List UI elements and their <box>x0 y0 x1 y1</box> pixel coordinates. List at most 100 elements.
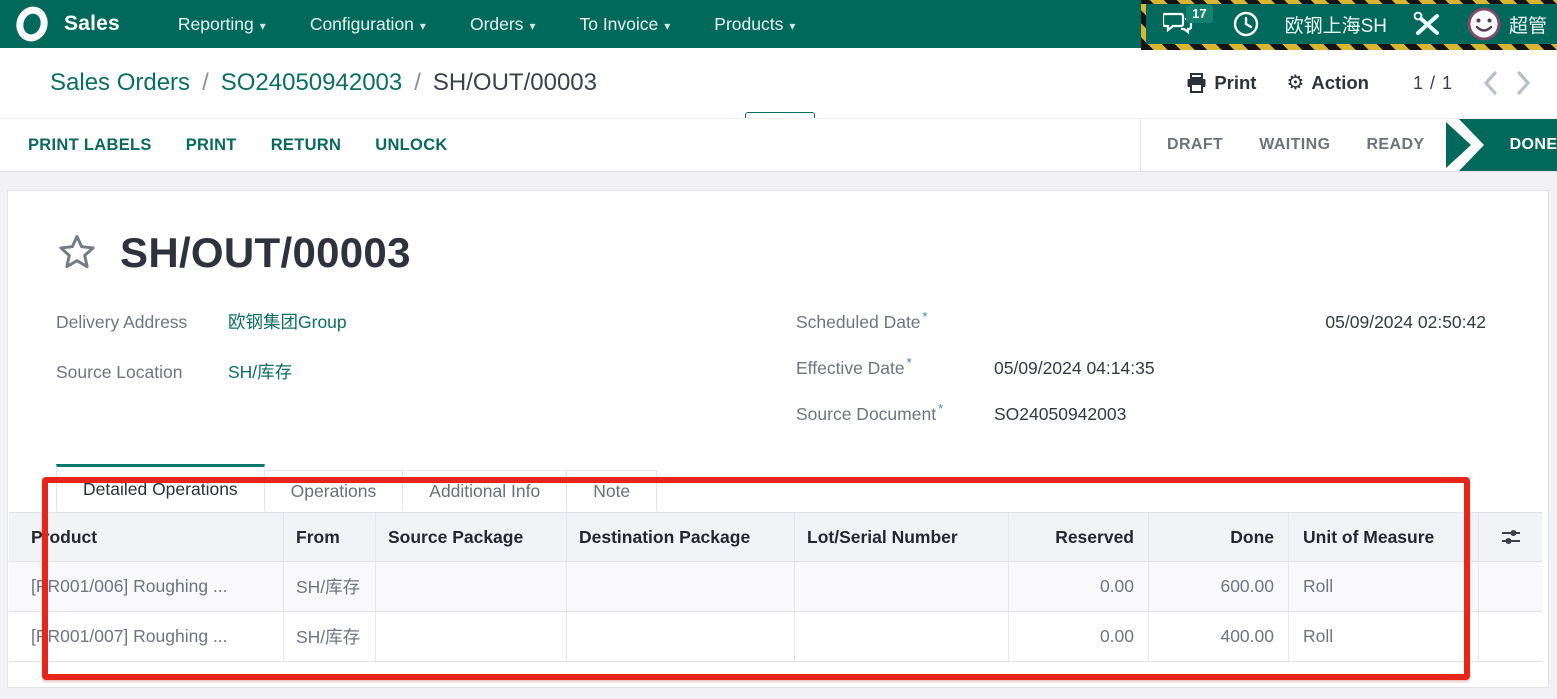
cell-options <box>1479 562 1542 611</box>
menu-configuration[interactable]: Configuration▾ <box>310 14 426 35</box>
print-labels-button[interactable]: PRINT LABELS <box>28 136 152 155</box>
table-row[interactable]: [PR001/007] Roughing ... SH/库存 0.00 400.… <box>9 612 1542 662</box>
field-group-left: Delivery Address 欧钢集团Group Source Locati… <box>56 309 676 409</box>
tab-detailed-operations[interactable]: Detailed Operations <box>56 464 265 511</box>
messages-count-badge: 17 <box>1186 5 1212 23</box>
breadcrumb-separator: / <box>202 69 209 97</box>
field-effective-date: Effective Date* 05/09/2024 04:14:35 <box>796 355 1486 385</box>
user-name: 超管 <box>1509 11 1547 38</box>
menu-reporting[interactable]: Reporting▾ <box>178 14 266 35</box>
cell-done[interactable]: 400.00 <box>1149 612 1289 661</box>
systray: 17 欧钢上海SH 超管 <box>1163 0 1547 48</box>
detailed-operations-table: Product From Source Package Destination … <box>9 512 1542 662</box>
status-done-active[interactable]: DONE <box>1446 119 1557 171</box>
cell-destination-package[interactable] <box>567 562 795 611</box>
odoo-logo-icon[interactable] <box>14 6 50 42</box>
pager-previous-button[interactable] <box>1483 71 1497 95</box>
chevron-down-icon: ▾ <box>789 19 795 33</box>
unlock-button[interactable]: UNLOCK <box>375 136 447 155</box>
print-button[interactable]: Print <box>1186 72 1256 94</box>
cell-from[interactable]: SH/库存 <box>284 562 376 611</box>
chevron-down-icon: ▾ <box>420 19 426 33</box>
cell-source-package[interactable] <box>376 562 567 611</box>
col-header-source-package[interactable]: Source Package <box>376 513 567 561</box>
cell-lot-serial[interactable] <box>795 562 1009 611</box>
cell-lot-serial[interactable] <box>795 612 1009 661</box>
main-menus: Reporting▾ Configuration▾ Orders▾ To Inv… <box>178 14 796 35</box>
menu-to-invoice[interactable]: To Invoice▾ <box>579 14 670 35</box>
delivery-address-value[interactable]: 欧钢集团Group <box>228 309 347 334</box>
debug-tools-button[interactable] <box>1412 10 1442 38</box>
tab-note[interactable]: Note <box>567 470 657 511</box>
field-label: Delivery Address <box>56 312 228 333</box>
table-header-row: Product From Source Package Destination … <box>9 512 1542 562</box>
optional-columns-button[interactable] <box>1479 513 1542 561</box>
cell-from[interactable]: SH/库存 <box>284 612 376 661</box>
chevron-down-icon: ▾ <box>529 19 535 33</box>
action-button[interactable]: ⚙ Action <box>1286 72 1369 94</box>
tab-operations[interactable]: Operations <box>265 470 404 511</box>
menu-orders[interactable]: Orders▾ <box>470 14 536 35</box>
breadcrumb-separator: / <box>414 69 421 97</box>
messages-button[interactable]: 17 <box>1163 11 1193 37</box>
breadcrumb-sale-order[interactable]: SO24050942003 <box>221 69 403 97</box>
app-name[interactable]: Sales <box>64 12 120 36</box>
col-header-done[interactable]: Done <box>1149 513 1289 561</box>
field-source-document: Source Document* SO24050942003 <box>796 401 1486 431</box>
scheduled-date-value[interactable]: 05/09/2024 02:50:42 <box>1325 312 1486 333</box>
status-draft[interactable]: DRAFT <box>1167 136 1223 154</box>
statusbar: DRAFT WAITING READY DONE <box>1140 119 1557 171</box>
user-menu[interactable]: 超管 <box>1467 7 1547 41</box>
menu-products[interactable]: Products▾ <box>714 14 795 35</box>
effective-date-value[interactable]: 05/09/2024 04:14:35 <box>994 358 1155 379</box>
table-row[interactable]: [PR001/006] Roughing ... SH/库存 0.00 600.… <box>9 562 1542 612</box>
cell-product[interactable]: [PR001/006] Roughing ... <box>9 562 284 611</box>
tab-additional-info[interactable]: Additional Info <box>403 470 567 511</box>
tools-icon <box>1412 10 1442 38</box>
cell-product[interactable]: [PR001/007] Roughing ... <box>9 612 284 661</box>
field-label: Source Location <box>56 362 228 383</box>
printer-icon <box>1186 73 1207 93</box>
activities-button[interactable] <box>1232 10 1260 38</box>
status-waiting[interactable]: WAITING <box>1259 136 1330 154</box>
return-button[interactable]: RETURN <box>271 136 342 155</box>
required-asterisk: * <box>938 401 943 416</box>
field-delivery-address: Delivery Address 欧钢集团Group <box>56 309 676 339</box>
col-header-destination-package[interactable]: Destination Package <box>567 513 795 561</box>
source-location-value[interactable]: SH/库存 <box>228 359 292 384</box>
col-header-from[interactable]: From <box>284 513 376 561</box>
col-header-product[interactable]: Product <box>9 513 284 561</box>
cell-uom[interactable]: Roll <box>1289 562 1479 611</box>
col-header-lot-serial[interactable]: Lot/Serial Number <box>795 513 1009 561</box>
col-header-reserved[interactable]: Reserved <box>1009 513 1149 561</box>
form-sheet: SH/OUT/00003 Delivery Address 欧钢集团Group … <box>7 190 1549 688</box>
avatar <box>1467 7 1501 41</box>
cell-reserved[interactable]: 0.00 <box>1009 562 1149 611</box>
favorite-star-icon[interactable] <box>56 232 98 274</box>
clock-icon <box>1232 10 1260 38</box>
pager-next-button[interactable] <box>1517 71 1531 95</box>
cell-reserved[interactable]: 0.00 <box>1009 612 1149 661</box>
breadcrumb-sales-orders[interactable]: Sales Orders <box>50 69 190 97</box>
company-switcher[interactable]: 欧钢上海SH <box>1285 11 1387 38</box>
cell-done[interactable]: 600.00 <box>1149 562 1289 611</box>
col-header-uom[interactable]: Unit of Measure <box>1289 513 1479 561</box>
pager-counter: 1 / 1 <box>1413 73 1453 94</box>
control-panel-right: Print ⚙ Action 1 / 1 <box>1186 48 1531 118</box>
cell-source-package[interactable] <box>376 612 567 661</box>
cell-options <box>1479 612 1542 661</box>
cell-uom[interactable]: Roll <box>1289 612 1479 661</box>
source-document-value[interactable]: SO24050942003 <box>994 404 1126 425</box>
breadcrumb: Sales Orders / SO24050942003 / SH/OUT/00… <box>50 48 597 118</box>
status-ready[interactable]: READY <box>1366 136 1424 154</box>
cell-destination-package[interactable] <box>567 612 795 661</box>
gear-icon: ⚙ <box>1286 73 1304 93</box>
top-navbar: Sales Reporting▾ Configuration▾ Orders▾ … <box>0 0 1557 48</box>
print-button-secondary[interactable]: PRINT <box>186 136 237 155</box>
chevron-down-icon: ▾ <box>664 19 670 33</box>
field-label: Source Document* <box>796 401 994 425</box>
form-statusbar-row: PRINT LABELS PRINT RETURN UNLOCK DRAFT W… <box>0 118 1557 172</box>
notebook-tabs: Detailed Operations Operations Additiona… <box>56 463 657 511</box>
required-asterisk: * <box>923 309 928 324</box>
sliders-icon <box>1499 525 1523 549</box>
